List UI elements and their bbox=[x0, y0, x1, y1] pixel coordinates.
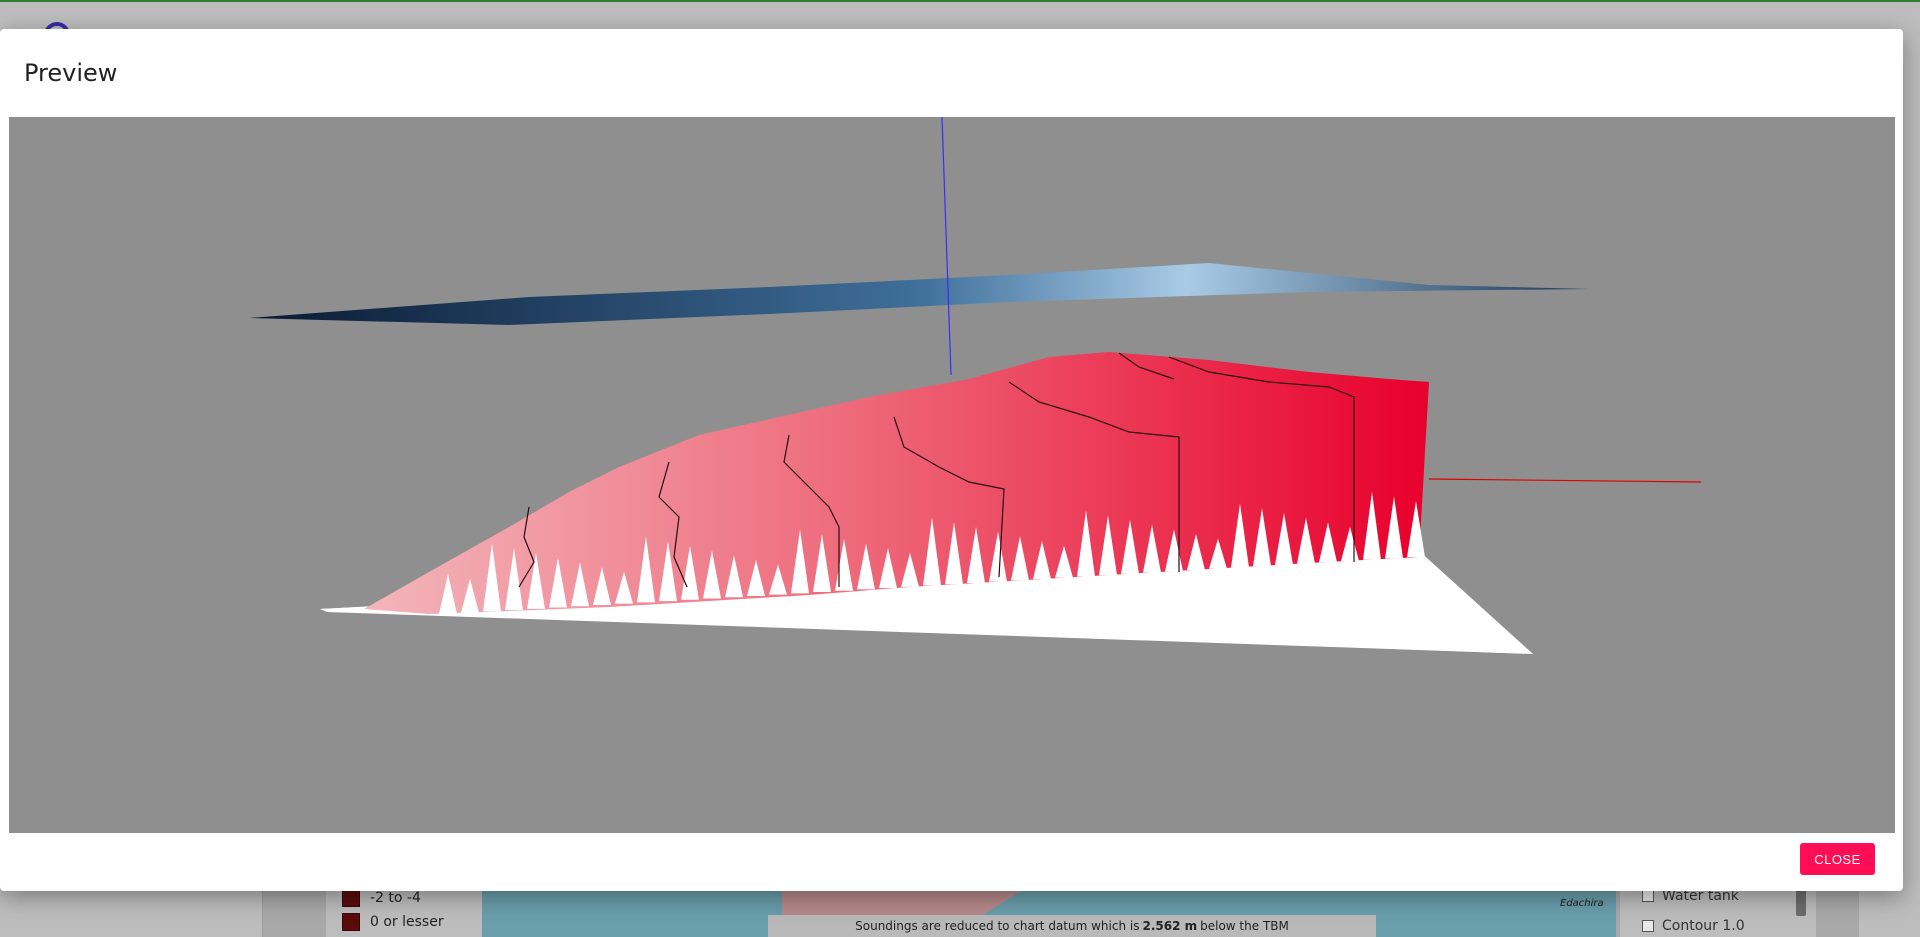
layer-checkbox[interactable] bbox=[1642, 920, 1654, 932]
legend-item: -2 to -4 bbox=[342, 888, 421, 908]
close-button[interactable]: CLOSE bbox=[1800, 843, 1875, 875]
map-place-label: Edachira bbox=[1560, 898, 1604, 909]
x-axis bbox=[1428, 478, 1702, 483]
legend-label: -2 to -4 bbox=[370, 890, 421, 906]
legend-item: 0 or lesser bbox=[342, 912, 444, 932]
modal-title: Preview bbox=[24, 59, 118, 87]
legend-swatch bbox=[342, 913, 360, 931]
legend-swatch bbox=[342, 889, 360, 907]
3d-viewer[interactable] bbox=[9, 117, 1895, 833]
water-surface bbox=[249, 263, 1589, 325]
layer-checkbox[interactable] bbox=[1642, 890, 1654, 902]
3d-scene[interactable] bbox=[9, 117, 1895, 833]
top-accent-line bbox=[0, 0, 1920, 2]
datum-note-prefix: Soundings are reduced to chart datum whi… bbox=[855, 919, 1140, 933]
legend-label: 0 or lesser bbox=[370, 914, 444, 930]
layer-item-contour[interactable]: Contour 1.0 bbox=[1642, 918, 1745, 934]
datum-note-value: 2.562 m bbox=[1142, 919, 1198, 933]
datum-note: Soundings are reduced to chart datum whi… bbox=[768, 915, 1376, 937]
preview-modal: Preview CLOSE bbox=[0, 29, 1903, 891]
y-axis bbox=[941, 117, 952, 376]
datum-note-suffix: below the TBM bbox=[1200, 919, 1289, 933]
layer-label: Contour 1.0 bbox=[1662, 918, 1745, 934]
